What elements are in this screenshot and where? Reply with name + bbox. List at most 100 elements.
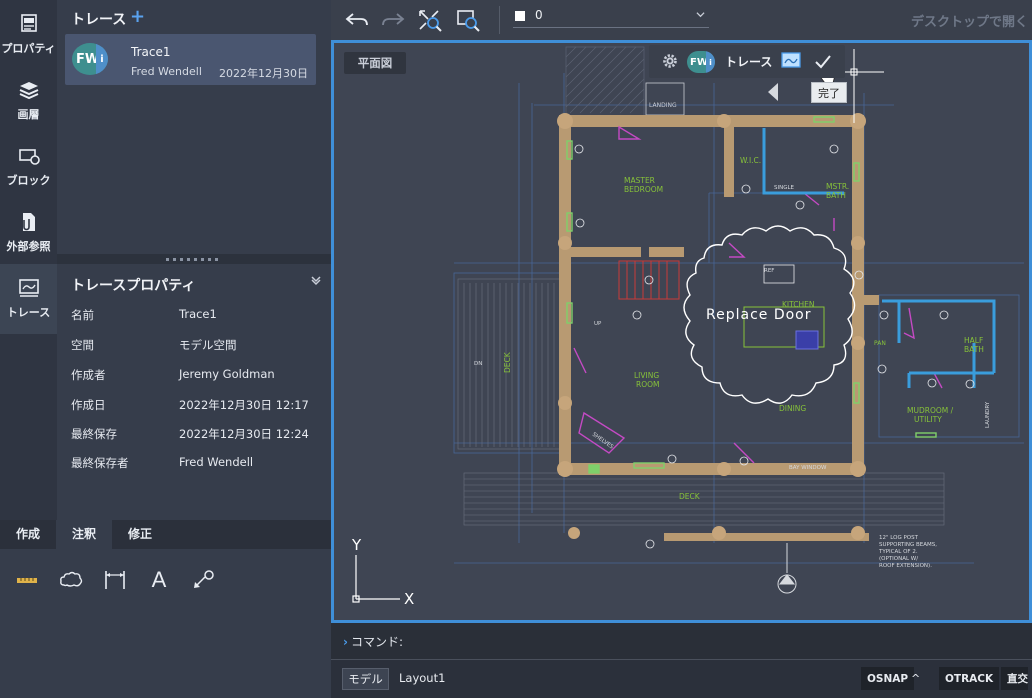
checkmark-icon[interactable] [812,51,834,73]
rail-item-xref[interactable]: 外部参照 [0,198,57,264]
avatar: FW i [687,51,715,73]
trace-icon [18,279,39,297]
top-toolbar: 0 デスクトップで開く [331,0,1032,40]
zoom-extents-icon[interactable] [417,8,445,32]
north-flag-icon [768,83,778,101]
trace-properties-panel: トレースプロパティ 名前 Trace1 空間 モデル空間 作成者 Jeremy Gol… [57,264,331,520]
avatar-badge: i [96,43,108,75]
prop-key: 最終保存 [71,427,117,441]
prop-key: 空間 [71,338,94,352]
tool-palette: 作成 注釈 修正 A [0,520,331,698]
dimension-icon [105,571,125,589]
prop-value: 2022年12月30日 12:24 [179,427,309,441]
plan-note-line-4: (OPTIONAL W/ [879,556,918,562]
trace-icon[interactable] [780,51,802,71]
done-tooltip: 完了 [811,82,847,103]
plan-label-mstr-bath: MSTR. [826,182,849,191]
floor-plan: LANDING MASTER BEDROOM W.I.C. MSTR. BATH… [351,46,1024,608]
trace-toolbar-label: トレース [725,55,773,69]
redo-icon[interactable] [379,8,407,32]
plan-label-up: UP [594,321,602,327]
chevron-down-icon [696,12,705,18]
leader-tool[interactable] [190,568,216,592]
splitter-grip[interactable] [166,258,222,261]
traces-panel: トレース + FW i Trace1 Fred Wendell 2022年12月… [57,0,331,254]
rail-item-properties[interactable]: プロパティ [0,0,57,66]
avatar-badge: i [706,51,715,73]
plan-label-bay-window: BAY WINDOW [789,465,827,471]
osnap-toggle[interactable]: OSNAP [861,667,915,690]
chevron-down-icon[interactable] [309,273,323,287]
drawing-canvas[interactable]: LANDING MASTER BEDROOM W.I.C. MSTR. BATH… [331,40,1032,623]
plan-label-living: LIVING [634,371,659,380]
osnap-menu-caret[interactable]: ^ [911,672,920,685]
rail-item-trace[interactable]: トレース [0,264,57,334]
app-window: プロパティ 画層 ブロック 外部参照 トレース トレース + FW i Trac… [0,0,1032,698]
plan-note-line-1: 12" LOG POST [879,535,919,541]
rail-label: ブロック [6,174,51,187]
rail-label: 画層 [17,108,40,121]
ucs-y-label: Y [351,536,362,554]
trace-date: 2022年12月30日 [219,67,308,80]
command-prompt: › コマンド: [343,633,403,650]
tab-layout1[interactable]: Layout1 [399,671,445,685]
plan-label-master-bedroom: MASTER [624,176,655,185]
command-prompt-text: コマンド: [350,635,403,649]
tab-create[interactable]: 作成 [0,520,56,549]
revision-cloud-tool[interactable] [58,568,84,592]
cloud-icon [60,571,83,587]
plan-label-half: HALF [964,336,983,345]
annotate-tools: A [14,567,216,592]
text-icon: A [151,567,167,592]
plan-label-landing: LANDING [649,102,677,109]
tab-annotate[interactable]: 注釈 [56,520,113,549]
chevron-right-icon: › [343,635,348,649]
properties-icon [20,14,37,32]
tab-modify[interactable]: 修正 [112,520,168,549]
plan-label-deck-bottom: DECK [679,492,701,501]
panel-splitter[interactable] [57,254,331,264]
prop-value: Trace1 [179,307,217,321]
measure-tool[interactable] [14,568,40,592]
prop-value: モデル空間 [179,338,237,352]
traces-panel-title: トレース [71,12,127,28]
plan-label-mstr-bath-2: BATH [826,191,846,200]
add-trace-button[interactable]: + [130,6,145,27]
left-rail: プロパティ 画層 ブロック 外部参照 トレース [0,0,57,520]
prop-key: 名前 [71,308,94,322]
otrack-toggle[interactable]: OTRACK [939,667,1000,690]
ortho-toggle[interactable]: 直交 [1001,667,1028,690]
rail-item-blocks[interactable]: ブロック [0,132,57,198]
prop-key: 作成日 [71,398,106,412]
plan-label-utility: UTILITY [914,415,942,424]
plan-label-laundry: LAUNDRY [985,401,991,428]
rail-label: トレース [6,306,51,319]
plan-label-ref: REF [764,268,774,274]
plan-label-dining: DINING [779,404,806,413]
measure-icon [17,578,37,583]
text-tool[interactable]: A [146,567,172,592]
gear-icon[interactable] [661,52,679,70]
zoom-window-icon[interactable] [455,8,483,32]
plan-label-wic: W.I.C. [740,156,761,165]
trace-list-item[interactable]: FW i Trace1 Fred Wendell 2022年12月30日 [65,34,316,85]
layer-dropdown[interactable]: 0 [513,5,709,28]
plan-label-master-bedroom-2: BEDROOM [624,185,663,194]
view-label[interactable]: 平面図 [344,52,406,74]
open-in-desktop-link[interactable]: デスクトップで開く [911,11,1028,30]
command-line[interactable]: › コマンド: [331,623,1032,660]
prop-value: Jeremy Goldman [179,367,275,381]
markup-text[interactable]: Replace Door [706,307,812,323]
avatar: FW i [72,43,108,75]
plan-label-mudroom: MUDROOM / [907,406,954,415]
undo-icon[interactable] [343,8,371,32]
prop-key: 作成者 [71,368,106,382]
plan-label-deck-left: DECK [503,351,512,373]
plan-label-room: ROOM [636,380,660,389]
dimension-tool[interactable] [102,568,128,592]
plan-label-pan: PAN [874,340,886,347]
tab-model[interactable]: モデル [342,668,389,690]
prop-value: Fred Wendell [179,455,254,469]
prop-key: 最終保存者 [71,456,129,470]
rail-item-layers[interactable]: 画層 [0,66,57,132]
